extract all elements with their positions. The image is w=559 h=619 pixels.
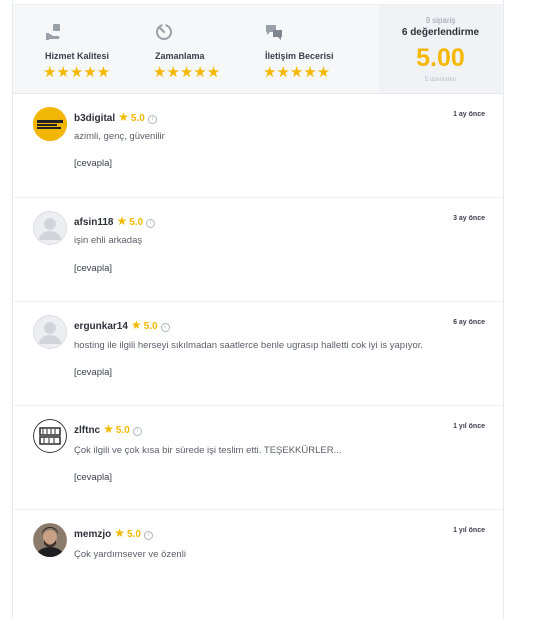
review-time: 1 yıl önce xyxy=(453,527,485,534)
review-item: b3digital ★ 5.0 i 1 ay önce azimli, genç, g… xyxy=(13,93,503,198)
info-icon[interactable]: i xyxy=(147,115,157,124)
avatar xyxy=(33,211,67,245)
overall-score: 5.00 xyxy=(416,44,465,72)
order-count: 9 sipariş xyxy=(425,16,456,25)
username[interactable]: memzjo xyxy=(74,529,111,540)
info-icon[interactable]: i xyxy=(132,427,142,436)
hand-box-icon xyxy=(46,24,60,40)
star-icon: ★ xyxy=(118,110,129,124)
review-text: azimli, genç, güvenilir xyxy=(74,131,165,142)
criterion-label: Zamanlama xyxy=(155,51,205,61)
rating-summary: Hizmet Kalitesi ★★★★★ Zamanlama ★★★★★ İl… xyxy=(13,4,503,94)
reply-link[interactable]: [cevapla] xyxy=(74,263,112,274)
criterion-stars: ★★★★★ xyxy=(263,64,331,81)
review-score: 5.0 xyxy=(130,113,145,124)
criterion-stars: ★★★★★ xyxy=(153,64,221,81)
review-time: 6 ay önce xyxy=(453,319,485,326)
default-avatar-icon xyxy=(33,315,67,349)
username[interactable]: ergunkar14 xyxy=(74,321,128,332)
criterion-label: İletişim Becerisi xyxy=(265,51,334,61)
timer-icon xyxy=(156,24,172,40)
star-icon: ★ xyxy=(130,318,142,332)
review-item: zlftnc ★ 5.0 i 1 yıl önce Çok ilgili ve çok… xyxy=(13,405,503,510)
b3digital-logo xyxy=(33,107,67,141)
review-score: 5.0 xyxy=(127,529,141,540)
rating-count: 6 değerlendirme xyxy=(401,27,480,38)
info-icon[interactable]: i xyxy=(146,219,156,228)
chat-bubbles-icon xyxy=(266,25,282,40)
reply-link[interactable]: [cevapla] xyxy=(74,472,112,483)
review-text: Çok ilgili ve çok kısa bir sürede işi te… xyxy=(74,445,342,456)
info-icon[interactable]: i xyxy=(143,531,153,540)
username[interactable]: b3digital xyxy=(74,113,115,124)
username[interactable]: zlftnc xyxy=(74,425,100,436)
avatar xyxy=(33,315,67,349)
star-icon: ★ xyxy=(114,526,125,540)
star-icon: ★ xyxy=(103,422,114,436)
review-time: 1 yıl önce xyxy=(453,423,485,430)
photo-avatar xyxy=(33,523,67,557)
username[interactable]: afsin118 xyxy=(74,217,113,228)
avatar xyxy=(33,523,67,557)
default-avatar-icon xyxy=(33,211,67,245)
review-text: işin ehli arkadaş xyxy=(74,235,143,246)
reply-link[interactable]: [cevapla] xyxy=(74,367,112,378)
review-item: afsin118 ★ 5.0 i 3 ay önce işin ehli arkada… xyxy=(13,197,503,302)
review-time: 3 ay önce xyxy=(453,215,485,222)
reply-link[interactable]: [cevapla] xyxy=(74,158,112,169)
review-text: hosting ile ilgili herseyi sıkılmadan sa… xyxy=(74,340,424,351)
avatar xyxy=(33,419,67,453)
review-text: Çok yardımsever ve özenli xyxy=(74,549,186,560)
avatar xyxy=(33,107,67,141)
star-icon: ★ xyxy=(116,214,128,228)
review-time: 1 ay önce xyxy=(453,111,485,118)
score-scale: 5 üzerinden xyxy=(424,77,457,83)
reviews-panel: Hizmet Kalitesi ★★★★★ Zamanlama ★★★★★ İl… xyxy=(12,0,504,619)
review-item: memzjo ★ 5.0 i 1 yıl önce Çok yardımsever v… xyxy=(13,509,503,619)
review-item: ergunkar14 ★ 5.0 i 6 ay önce hosting ile il… xyxy=(13,301,503,406)
review-score: 5.0 xyxy=(115,425,130,436)
review-score: 5.0 xyxy=(143,321,158,332)
info-icon[interactable]: i xyxy=(160,323,170,332)
criterion-label: Hizmet Kalitesi xyxy=(45,51,110,61)
criterion-stars: ★★★★★ xyxy=(43,64,111,81)
review-score: 5.0 xyxy=(129,217,144,228)
overall-score-box: 9 sipariş 6 değerlendirme 5.00 5 üzerind… xyxy=(379,5,502,93)
zlftnc-logo xyxy=(33,419,67,453)
